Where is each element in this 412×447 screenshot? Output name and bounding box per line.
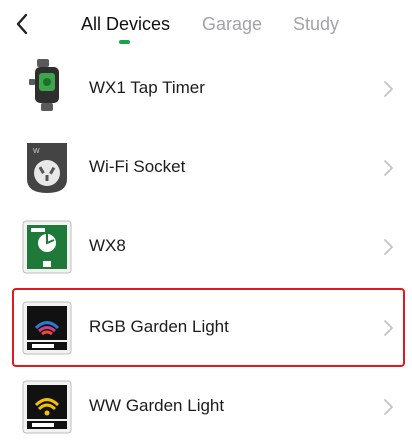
device-name: Wi-Fi Socket bbox=[89, 157, 186, 176]
device-name: RGB Garden Light bbox=[89, 317, 229, 336]
active-tab-indicator bbox=[119, 40, 130, 44]
tab-all-devices[interactable]: All Devices bbox=[81, 13, 170, 35]
device-name: WX1 Tap Timer bbox=[89, 78, 205, 97]
device-name: WX8 bbox=[89, 236, 126, 255]
device-row-wx1-tap-timer[interactable]: WX1 Tap Timer bbox=[0, 50, 412, 129]
svg-text:W: W bbox=[33, 148, 40, 155]
chevron-right-icon bbox=[384, 239, 393, 255]
tab-study[interactable]: Study bbox=[293, 13, 339, 35]
device-row-ww-garden-light[interactable]: WW Garden Light bbox=[0, 368, 412, 447]
rgb-light-icon bbox=[20, 301, 74, 355]
device-name: WW Garden Light bbox=[89, 396, 225, 415]
tab-garage[interactable]: Garage bbox=[202, 13, 262, 35]
top-bar: All Devices Garage Study bbox=[0, 0, 412, 50]
chevron-right-icon bbox=[384, 81, 393, 97]
wifi-socket-icon: W bbox=[20, 141, 74, 195]
chevron-left-icon bbox=[16, 13, 28, 35]
chevron-right-icon bbox=[384, 399, 393, 415]
chevron-right-icon bbox=[384, 320, 393, 336]
ww-light-icon bbox=[20, 380, 74, 434]
tap-timer-icon bbox=[20, 58, 74, 112]
chevron-right-icon bbox=[384, 160, 393, 176]
wx8-controller-icon bbox=[20, 220, 74, 274]
device-list: WX1 Tap Timer W Wi-Fi Socket WX8 RGB Gar… bbox=[0, 50, 412, 447]
back-button[interactable] bbox=[10, 8, 34, 40]
device-row-wi-fi-socket[interactable]: W Wi-Fi Socket bbox=[0, 129, 412, 208]
device-row-rgb-garden-light[interactable]: RGB Garden Light bbox=[0, 289, 412, 368]
device-row-wx8[interactable]: WX8 bbox=[0, 208, 412, 287]
